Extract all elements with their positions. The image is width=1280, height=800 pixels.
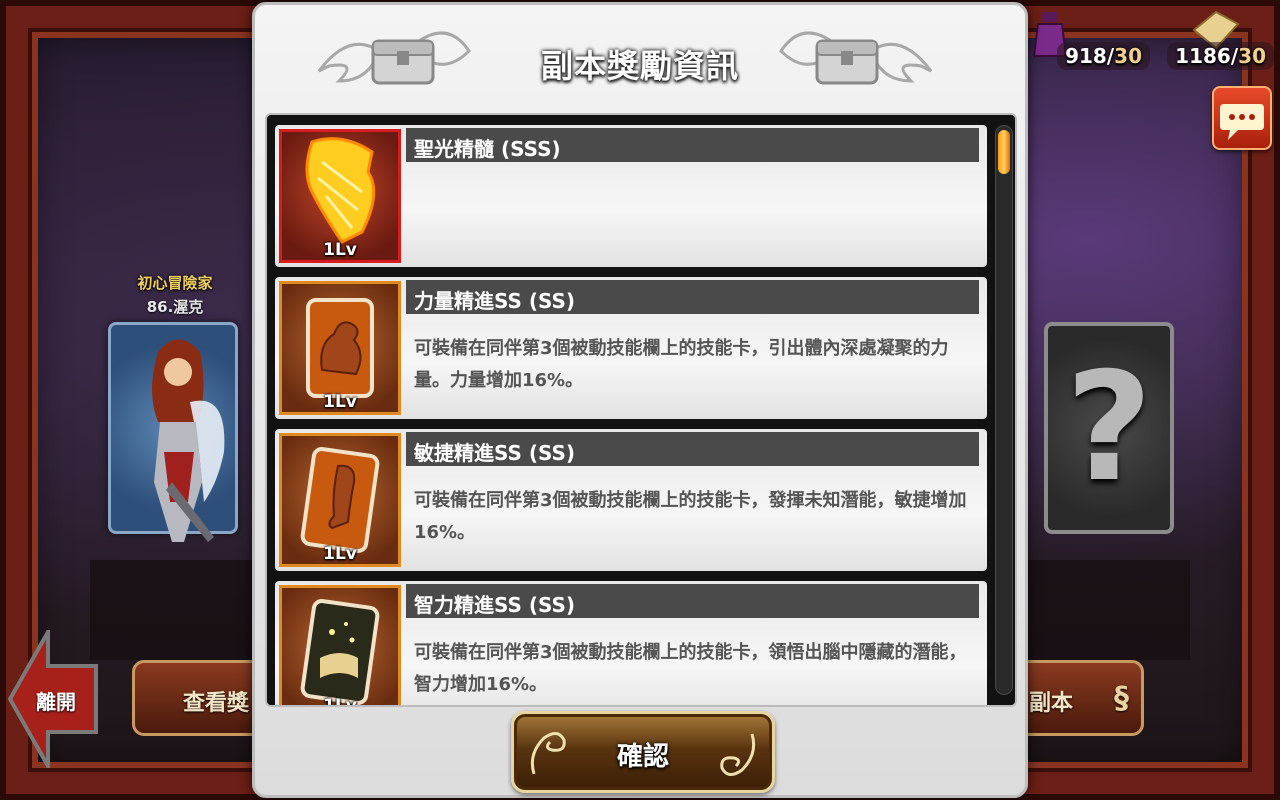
item-level: 1Lv	[323, 696, 357, 707]
reward-item[interactable]: 1Lv 智力精進SS (SS) 可裝備在同伴第3個被動技能欄上的技能卡，領悟出腦…	[275, 581, 987, 707]
item-description: 可裝備在同伴第3個被動技能欄上的技能卡，發揮未知潛能，敏捷增加16%。	[414, 490, 967, 543]
item-name: 智力精進SS (SS)	[406, 584, 979, 618]
chat-button[interactable]	[1212, 86, 1272, 150]
reward-info-dialog: 副本獎勵資訊 1Lv 聖光精髓 (SSS) 1Lv 力量精進SS (SS) 可裝…	[252, 2, 1028, 798]
reward-list[interactable]: 1Lv 聖光精髓 (SSS) 1Lv 力量精進SS (SS) 可裝備在同伴第3個…	[265, 113, 1017, 707]
ticket-counter[interactable]: 1186/30	[1162, 10, 1274, 70]
item-description: 可裝備在同伴第3個被動技能欄上的技能卡，領悟出腦中隱藏的潛能，智力增加16%。	[414, 642, 967, 695]
dungeon-button-label: 副本	[1029, 691, 1074, 716]
chat-bubble-icon	[1220, 104, 1264, 140]
reward-item[interactable]: 1Lv 力量精進SS (SS) 可裝備在同伴第3個被動技能欄上的技能卡，引出體內…	[275, 277, 987, 419]
item-description: 可裝備在同伴第3個被動技能欄上的技能卡，引出體內深處凝聚的力量。力量增加16%。	[414, 338, 949, 391]
ticket-value: 1186/30	[1167, 42, 1274, 70]
question-mark: ?	[1065, 341, 1153, 515]
item-level: 1Lv	[323, 240, 357, 260]
reward-item-icon: 1Lv	[279, 433, 401, 567]
scrollbar-thumb[interactable]	[998, 130, 1010, 174]
stamina-counter[interactable]: 918/30	[1030, 10, 1150, 70]
scrollbar[interactable]	[995, 125, 1013, 695]
reward-item[interactable]: 1Lv 聖光精髓 (SSS)	[275, 125, 987, 267]
reward-item[interactable]: 1Lv 敏捷精進SS (SS) 可裝備在同伴第3個被動技能欄上的技能卡，發揮未知…	[275, 429, 987, 571]
leave-button-label[interactable]: 離開	[36, 686, 76, 715]
stamina-value: 918/30	[1057, 42, 1150, 70]
glowing-book-card-icon	[300, 599, 380, 705]
hero-title: 初心冒險家	[137, 274, 213, 292]
hero-portrait-icon	[152, 339, 225, 542]
hero-level-name: 86.渥克	[146, 298, 204, 316]
reward-item-icon: 1Lv	[279, 129, 401, 263]
mystery-card[interactable]: ?	[1044, 322, 1174, 534]
item-name: 力量精進SS (SS)	[406, 280, 979, 314]
item-name: 聖光精髓 (SSS)	[406, 128, 979, 162]
item-level: 1Lv	[323, 392, 357, 412]
swirl-ornament-icon	[720, 733, 756, 776]
item-name: 敏捷精進SS (SS)	[406, 432, 979, 466]
reward-item-icon: 1Lv	[279, 585, 401, 707]
dialog-title: 副本獎勵資訊	[540, 47, 739, 85]
reward-item-icon: 1Lv	[279, 281, 401, 415]
swirl-ornament-icon: §	[1114, 681, 1129, 716]
item-level: 1Lv	[323, 544, 357, 564]
confirm-button[interactable]: 確認	[511, 711, 775, 793]
